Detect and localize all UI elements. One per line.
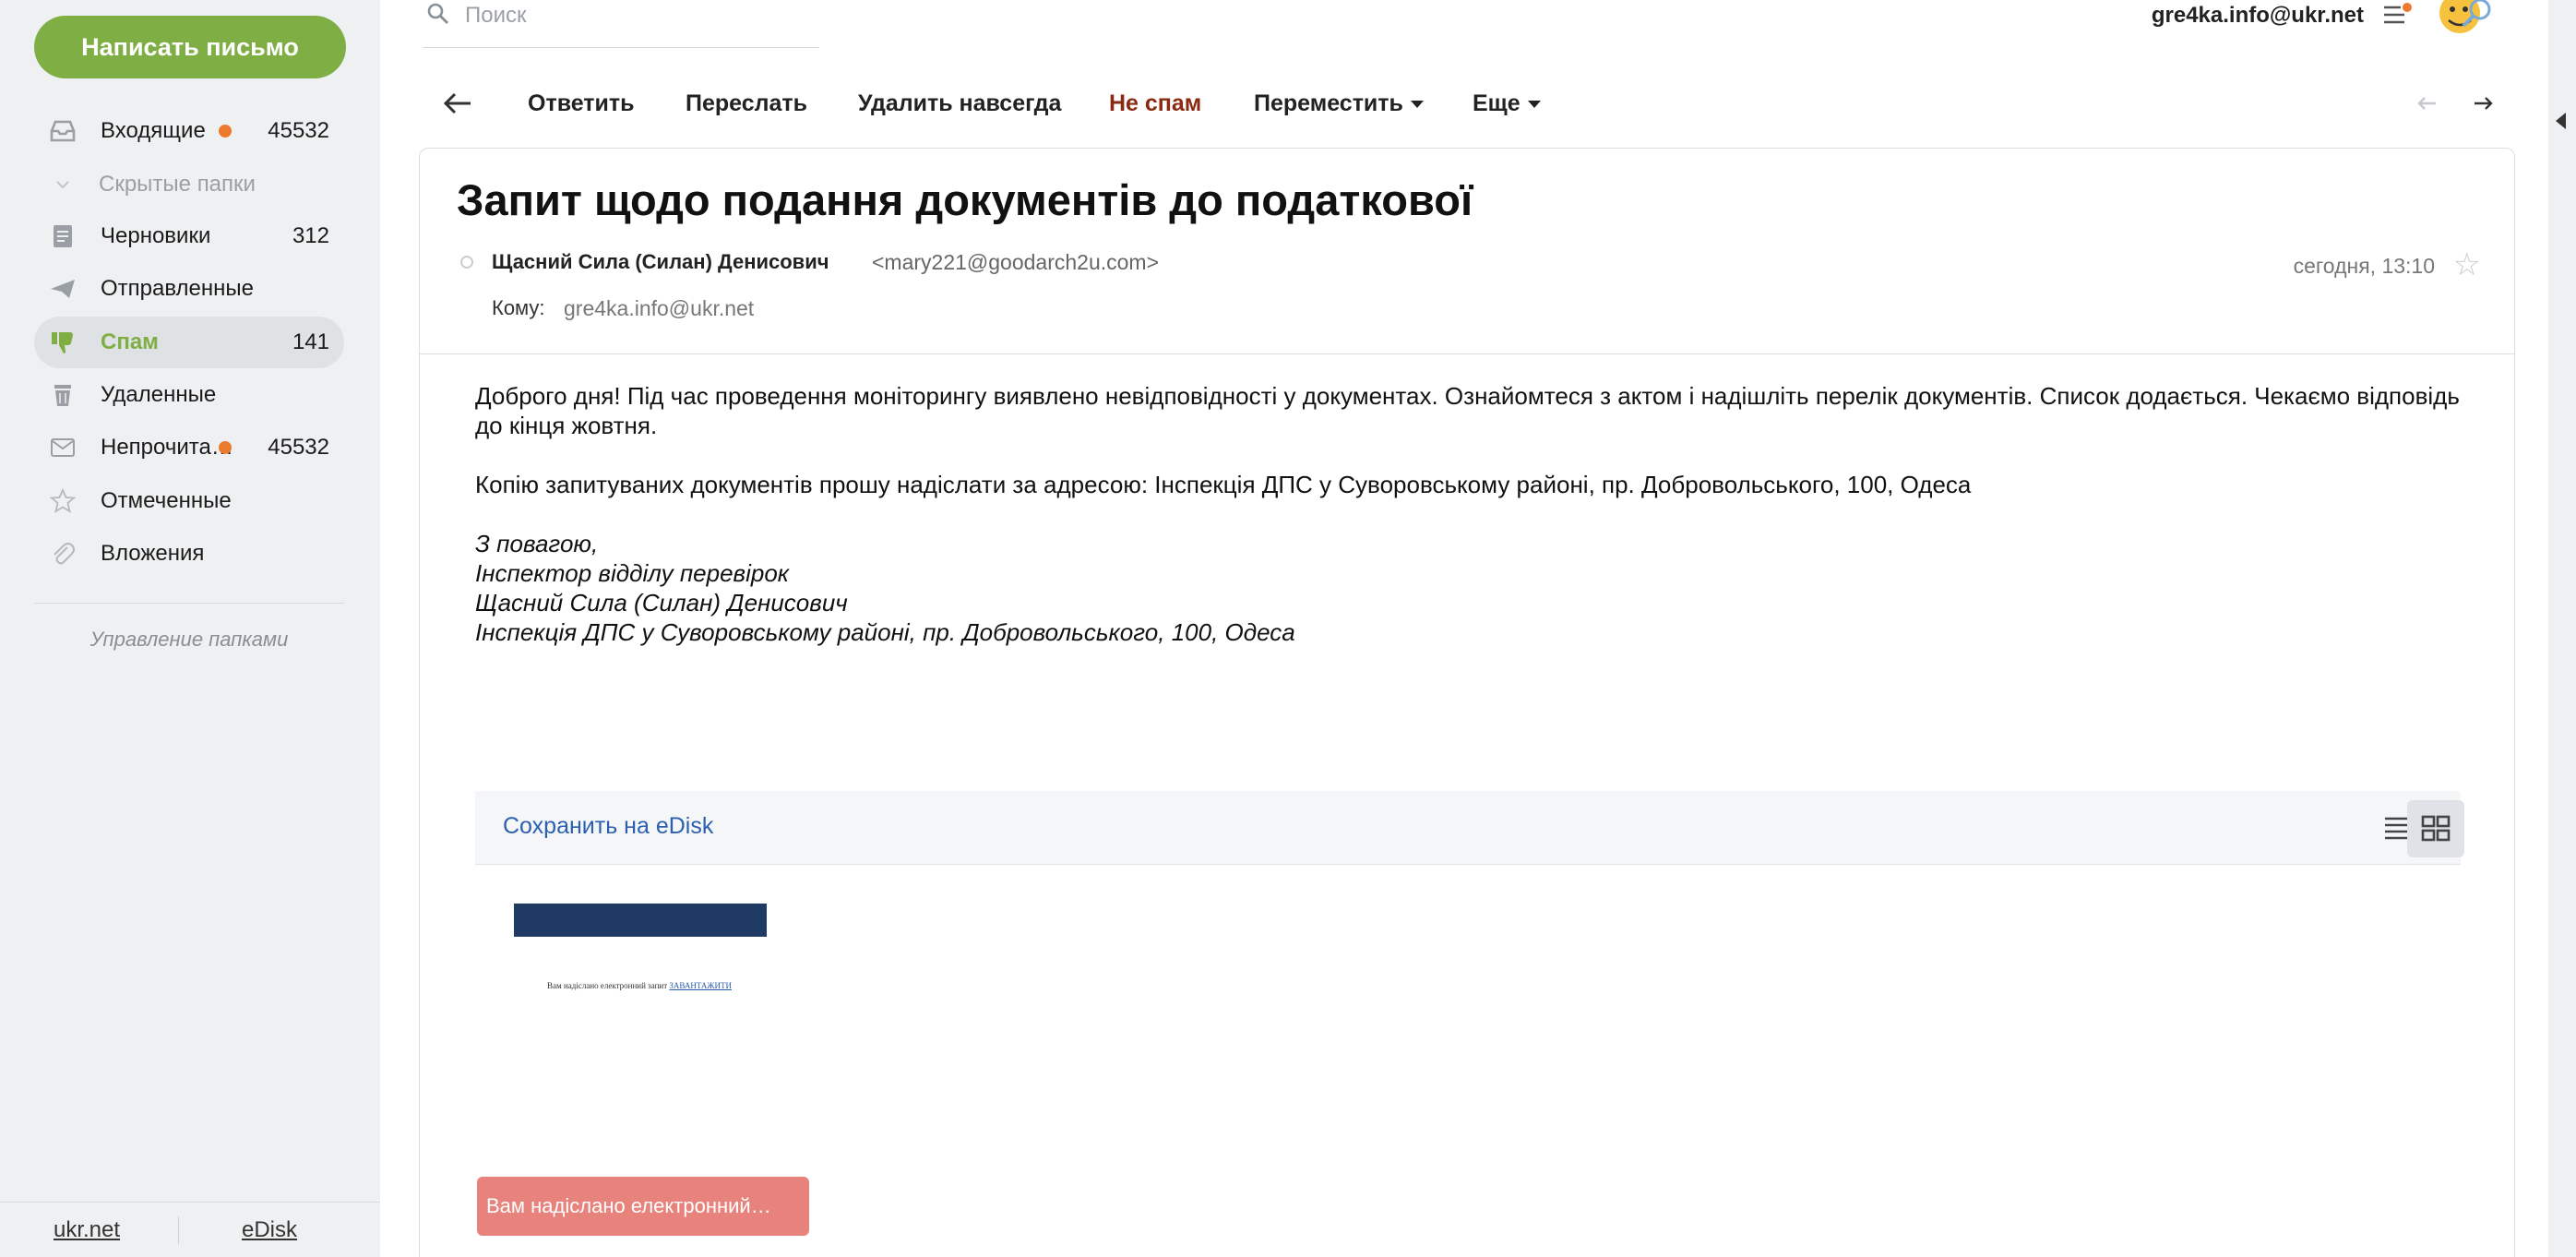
message-toolbar: Ответить Переслать Удалить навсегда Не с… <box>423 78 2515 133</box>
to-label: Кому: <box>492 296 545 319</box>
not-spam-button[interactable]: Не спам <box>1109 90 1201 117</box>
star-icon[interactable]: ☆ <box>2453 246 2481 283</box>
inbox-icon <box>49 117 77 145</box>
folder-unread[interactable]: Непрочита… 45532 <box>34 422 344 473</box>
envelope-icon <box>49 434 77 461</box>
sender-email[interactable]: <mary221@goodarch2u.com> <box>872 250 1159 275</box>
sidebar-footer: ukr.net eDisk <box>0 1202 380 1257</box>
folder-count: 141 <box>292 329 329 354</box>
manage-folders-link[interactable]: Управление папками <box>34 628 344 652</box>
attachments-bar: Сохранить на eDisk <box>475 791 2464 865</box>
folder-count: 45532 <box>268 435 329 460</box>
collapse-left-icon <box>2556 113 2566 129</box>
chevron-down-icon <box>1527 101 1541 109</box>
folder-count: 45532 <box>268 118 329 143</box>
unread-dot <box>219 441 232 454</box>
attachment-filename[interactable]: Вам надіслано електронний… <box>477 1177 809 1236</box>
recipient-email[interactable]: gre4ka.info@ukr.net <box>564 296 754 321</box>
message-card: Запит щодо подання документів до податко… <box>419 148 2515 1257</box>
save-to-edisk-link[interactable]: Сохранить на eDisk <box>503 813 713 840</box>
folder-label: Скрытые папки <box>99 172 256 197</box>
move-label: Переместить <box>1254 90 1403 116</box>
folder-label: Удаленные <box>101 382 217 407</box>
back-arrow-icon[interactable] <box>443 90 472 121</box>
account-email[interactable]: gre4ka.info@ukr.net <box>2152 3 2364 29</box>
folder-sent[interactable]: Отправленные <box>34 263 344 315</box>
folder-label: Черновики <box>101 223 211 248</box>
star-icon <box>49 487 77 515</box>
ukrnet-link[interactable]: ukr.net <box>54 1217 120 1243</box>
search-placeholder: Поиск <box>465 3 527 28</box>
footer-separator <box>178 1215 179 1244</box>
sidebar: Написать письмо Входящие 45532 Скрытые п… <box>0 0 380 1257</box>
signature-line: Інспектор відділу перевірок <box>475 559 790 587</box>
folder-trash[interactable]: Удаленные <box>34 369 344 421</box>
folder-hidden[interactable]: Скрытые папки <box>34 159 344 210</box>
message-body: Доброго дня! Під час проведення монітори… <box>475 381 2487 647</box>
folder-label: Спам <box>101 329 159 354</box>
chevron-down-icon <box>1410 101 1424 109</box>
prev-message-icon[interactable] <box>2415 94 2438 117</box>
folder-count: 312 <box>292 223 329 248</box>
folder-label: Вложения <box>101 541 205 566</box>
body-paragraph: Доброго дня! Під час проведення монітори… <box>475 382 2460 439</box>
paperclip-icon <box>49 540 77 568</box>
chevron-down-icon <box>49 171 77 198</box>
grid-view-icon[interactable] <box>2407 800 2464 857</box>
folder-label: Входящие <box>101 118 206 143</box>
sender-name[interactable]: Щасний Сила (Силан) Денисович <box>492 250 829 274</box>
edisk-link[interactable]: eDisk <box>242 1217 297 1243</box>
menu-icon[interactable] <box>2382 2 2414 30</box>
folder-spam[interactable]: Спам 141 <box>34 317 344 368</box>
folder-label: Непрочита… <box>101 435 233 460</box>
folder-inbox[interactable]: Входящие 45532 <box>34 105 344 157</box>
signature-line: Інспекція ДПС у Суворовському районі, пр… <box>475 618 1295 646</box>
unread-dot <box>219 125 232 138</box>
drafts-icon <box>49 222 77 250</box>
thumbs-down-icon <box>49 329 77 356</box>
attachment-preview[interactable]: Вам надіслано електронний запит ЗАВАНТАЖ… <box>477 904 809 1070</box>
signature: З повагою, Інспектор відділу перевірок Щ… <box>475 529 2487 647</box>
compose-button[interactable]: Написать письмо <box>34 16 346 78</box>
search-input[interactable]: Поиск <box>423 0 819 48</box>
trash-icon <box>49 381 77 409</box>
reply-button[interactable]: Ответить <box>528 90 635 117</box>
move-button[interactable]: Переместить <box>1254 90 1424 117</box>
signature-line: З повагою, <box>475 530 599 557</box>
folder-starred[interactable]: Отмеченные <box>34 475 344 527</box>
folder-label: Отправленные <box>101 276 255 301</box>
send-icon <box>49 275 77 303</box>
more-label: Еще <box>1473 90 1521 116</box>
sidebar-divider <box>34 603 344 604</box>
search-icon <box>426 2 450 30</box>
forward-button[interactable]: Переслать <box>686 90 807 117</box>
next-message-icon[interactable] <box>2473 94 2495 117</box>
read-status-icon[interactable] <box>460 256 473 269</box>
preview-banner <box>514 904 767 937</box>
message-subject: Запит щодо подання документів до податко… <box>457 175 1473 224</box>
delete-forever-button[interactable]: Удалить навсегда <box>858 90 1061 117</box>
more-button[interactable]: Еще <box>1473 90 1541 117</box>
preview-text: Вам надіслано електронний запит ЗАВАНТАЖ… <box>547 981 732 990</box>
folder-drafts[interactable]: Черновики 312 <box>34 210 344 262</box>
body-paragraph: Копію запитуваних документів прошу надіс… <box>475 471 1972 498</box>
header-divider <box>420 353 2514 354</box>
message-date: сегодня, 13:10 <box>2293 254 2435 278</box>
avatar[interactable] <box>2436 0 2495 44</box>
signature-line: Щасний Сила (Силан) Денисович <box>475 589 848 617</box>
folder-attachments[interactable]: Вложения <box>34 528 344 580</box>
right-panel-toggle[interactable] <box>2548 0 2576 1257</box>
folder-label: Отмеченные <box>101 488 232 513</box>
